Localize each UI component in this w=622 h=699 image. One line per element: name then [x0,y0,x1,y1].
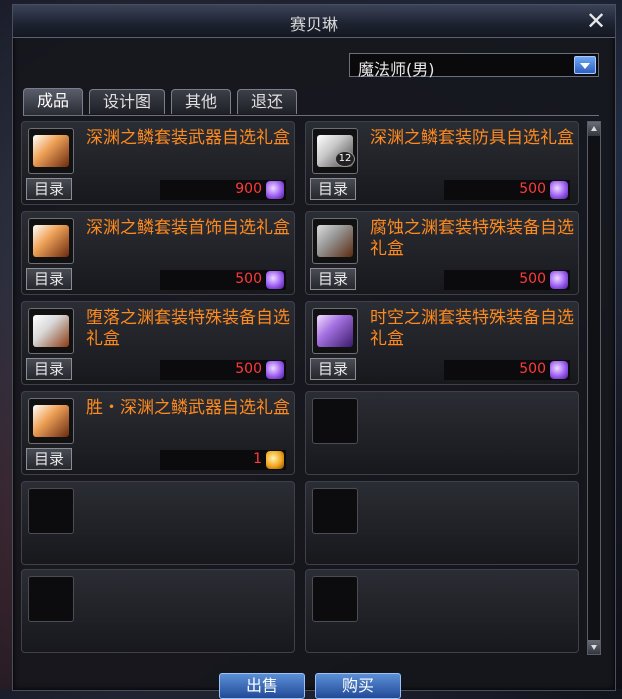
item-name: 深渊之鳞套装防具自选礼盒 [370,128,574,148]
price-bar: 500 [444,360,570,380]
item-slot[interactable]: 深渊之鳞套装首饰自选礼盒 目录 500 [21,211,295,295]
scroll-down-icon[interactable] [588,640,600,654]
item-name: 胜・深渊之鳞武器自选礼盒 [86,398,290,418]
gift-box-icon [317,315,353,347]
tab-finished[interactable]: 成品 [23,88,83,115]
item-icon[interactable] [28,398,74,444]
empty-item-slot [305,391,579,475]
item-icon[interactable] [28,218,74,264]
gift-box-icon [33,405,69,437]
price-bar: 1 [160,450,286,470]
item-price: 500 [519,361,546,377]
item-icon[interactable]: 12 [312,128,358,174]
price-bar: 500 [160,270,286,290]
gift-box-icon [33,135,69,167]
item-price: 1 [253,451,262,467]
empty-icon-slot [28,488,74,534]
item-price: 900 [235,181,262,197]
item-name: 深渊之鳞套装武器自选礼盒 [86,128,290,148]
item-name: 深渊之鳞套装首饰自选礼盒 [86,218,290,238]
tab-other[interactable]: 其他 [171,89,231,114]
tab-return[interactable]: 退还 [237,89,297,114]
empty-item-slot [305,481,579,565]
item-price: 500 [519,181,546,197]
item-slot[interactable]: 堕落之渊套装特殊装备自选礼盒 目录 500 [21,301,295,385]
empty-item-slot [305,569,579,653]
scroll-up-icon[interactable] [588,122,600,136]
buy-button[interactable]: 购买 [315,673,401,699]
item-name: 堕落之渊套装特殊装备自选礼盒 [86,308,290,349]
tab-divider [23,115,599,116]
price-bar: 500 [444,270,570,290]
item-icon[interactable] [312,218,358,264]
job-dropdown-value: 魔法师(男) [358,60,435,79]
tab-blueprint[interactable]: 设计图 [89,89,165,114]
gift-box-icon [33,225,69,257]
gift-box-icon [317,225,353,257]
item-slot[interactable]: 深渊之鳞套装武器自选礼盒 目录 900 [21,121,295,205]
gift-box-icon [33,315,69,347]
item-icon[interactable] [28,308,74,354]
sell-button[interactable]: 出售 [219,673,305,699]
empty-item-slot [21,569,295,653]
catalog-button[interactable]: 目录 [26,268,72,290]
chevron-down-icon[interactable] [574,56,596,74]
close-icon[interactable]: ✕ [583,8,609,34]
window-title: 赛贝琳 [289,15,338,34]
item-name: 腐蚀之渊套装特殊装备自选礼盒 [370,218,574,259]
catalog-button[interactable]: 目录 [310,358,356,380]
job-dropdown[interactable]: 魔法师(男) [349,53,599,79]
price-bar: 900 [160,180,286,200]
price-bar: 500 [444,180,570,200]
item-price: 500 [235,361,262,377]
item-icon[interactable] [28,128,74,174]
gold-crystal-icon [266,451,284,469]
item-price: 500 [519,271,546,287]
item-scrollbar[interactable] [587,121,601,655]
price-bar: 500 [160,360,286,380]
catalog-button[interactable]: 目录 [310,268,356,290]
purple-crystal-icon [550,181,568,199]
purple-crystal-icon [266,181,284,199]
item-slot[interactable]: 腐蚀之渊套装特殊装备自选礼盒 目录 500 [305,211,579,295]
item-slot[interactable]: 12 深渊之鳞套装防具自选礼盒 目录 500 [305,121,579,205]
catalog-button[interactable]: 目录 [26,358,72,380]
purple-crystal-icon [266,361,284,379]
empty-item-slot [21,481,295,565]
item-slot[interactable]: 时空之渊套装特殊装备自选礼盒 目录 500 [305,301,579,385]
empty-icon-slot [312,398,358,444]
item-icon[interactable] [312,308,358,354]
catalog-button[interactable]: 目录 [26,178,72,200]
empty-icon-slot [28,576,74,622]
catalog-button[interactable]: 目录 [26,448,72,470]
item-slot[interactable]: 胜・深渊之鳞武器自选礼盒 目录 1 [21,391,295,475]
shop-window: 赛贝琳 ✕ 魔法师(男) 成品 设计图 其他 退还 深渊之鳞套装武器自选礼盒 目… [12,4,616,699]
title-bar[interactable]: 赛贝琳 ✕ [13,5,615,38]
purple-crystal-icon [266,271,284,289]
purple-crystal-icon [550,271,568,289]
empty-icon-slot [312,576,358,622]
item-count-badge: 12 [335,151,355,167]
item-name: 时空之渊套装特殊装备自选礼盒 [370,308,574,349]
empty-icon-slot [312,488,358,534]
catalog-button[interactable]: 目录 [310,178,356,200]
purple-crystal-icon [550,361,568,379]
item-price: 500 [235,271,262,287]
